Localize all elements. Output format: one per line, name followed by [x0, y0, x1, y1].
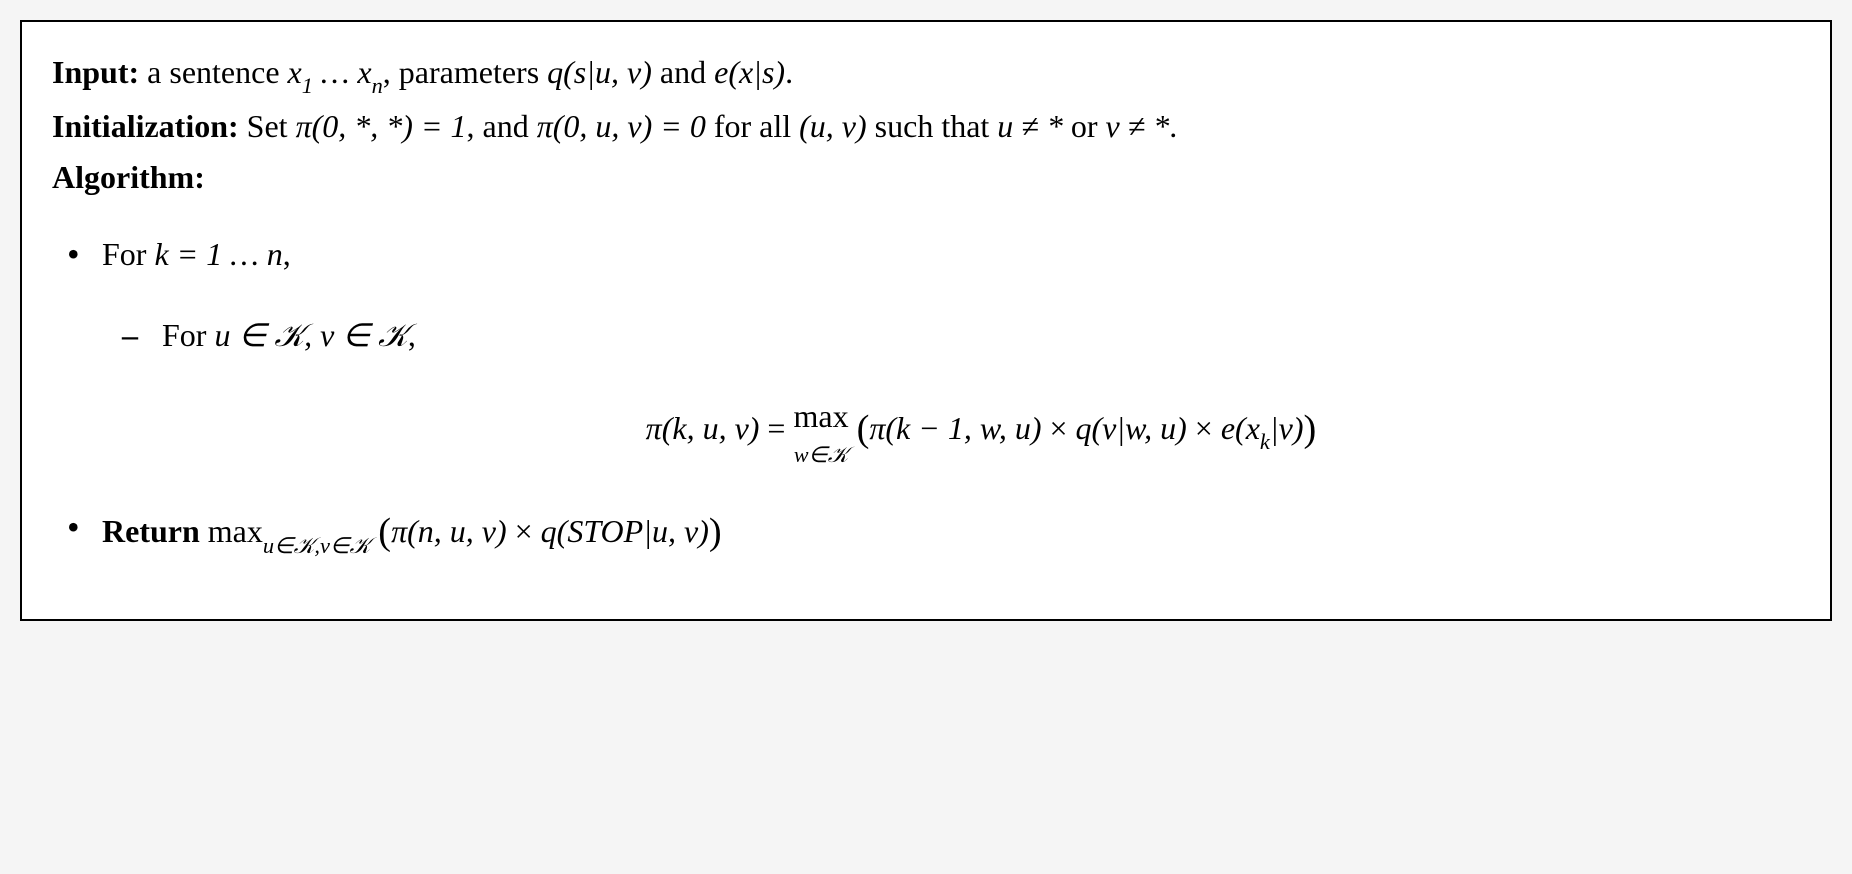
inner-loop: For u ∈ 𝒦, v ∈ 𝒦, π(k, u, v) = maxw∈𝒦 (π… [162, 310, 1800, 473]
init-label: Initialization: [52, 108, 239, 144]
input-and: and [652, 54, 714, 90]
input-line: Input: a sentence x1 … xn, parameters q(… [52, 47, 1800, 101]
eq-lhs: π(k, u, v) [646, 410, 760, 446]
eq-lparen: ( [857, 408, 870, 450]
recurrence-equation: π(k, u, v) = maxw∈𝒦 (π(k − 1, w, u) × q(… [162, 391, 1800, 472]
ret-max: max [208, 513, 263, 549]
algorithm-box: Input: a sentence x1 … xn, parameters q(… [20, 20, 1832, 621]
ret-t2: q(STOP|u, v) [541, 513, 709, 549]
eq-equals: = [759, 410, 793, 446]
algorithm-label-line: Algorithm: [52, 152, 1800, 203]
input-sentence: x1 … xn [288, 54, 383, 90]
inner-loop-list: For u ∈ 𝒦, v ∈ 𝒦, π(k, u, v) = maxw∈𝒦 (π… [102, 310, 1800, 473]
init-or: or [1063, 108, 1106, 144]
init-pi2: π(0, u, v) = 0 [537, 108, 706, 144]
loop1-for: For [102, 236, 154, 272]
eq-t2: q(v|w, u) [1076, 410, 1187, 446]
loop1-comma: , [283, 236, 291, 272]
outer-loop: For k = 1 … n, For u ∈ 𝒦, v ∈ 𝒦, π(k, u,… [102, 229, 1800, 473]
init-cond2: v ≠ * [1106, 108, 1170, 144]
input-text-before: a sentence [139, 54, 287, 90]
eq-t3: e(xk|v) [1221, 410, 1304, 446]
input-end: . [785, 54, 793, 90]
ret-times: × [507, 513, 541, 549]
return-label: Return [102, 513, 208, 549]
ret-maxsub: u∈𝒦,v∈𝒦 [263, 533, 370, 558]
ret-lparen: ( [378, 511, 391, 553]
ret-rparen: ) [709, 511, 722, 553]
eq-times2: × [1187, 410, 1221, 446]
loop2-cond: u ∈ 𝒦, v ∈ 𝒦 [214, 317, 407, 353]
init-pi1: π(0, *, *) = 1 [296, 108, 467, 144]
input-label: Input: [52, 54, 139, 90]
input-text-mid: , parameters [383, 54, 547, 90]
eq-rparen: ) [1304, 408, 1317, 450]
loop2-for: For [162, 317, 214, 353]
eq-t1: π(k − 1, w, u) [869, 410, 1041, 446]
loop1-cond: k = 1 … n [154, 236, 282, 272]
loop2-comma: , [408, 317, 416, 353]
init-uv: (u, v) [799, 108, 867, 144]
init-set: Set [239, 108, 296, 144]
eq-max: maxw∈𝒦 [793, 391, 848, 472]
algorithm-steps: For k = 1 … n, For u ∈ 𝒦, v ∈ 𝒦, π(k, u,… [52, 229, 1800, 564]
ret-t1: π(n, u, v) [391, 513, 507, 549]
return-step: Return maxu∈𝒦,v∈𝒦 (π(n, u, v) × q(STOP|u… [102, 502, 1800, 563]
init-end: . [1169, 108, 1177, 144]
init-and: , and [467, 108, 537, 144]
eq-times1: × [1041, 410, 1075, 446]
initialization-line: Initialization: Set π(0, *, *) = 1, and … [52, 101, 1800, 152]
input-param-q: q(s|u, v) [547, 54, 652, 90]
init-suchthat: such that [867, 108, 998, 144]
init-cond1: u ≠ * [997, 108, 1063, 144]
init-forall: for all [706, 108, 799, 144]
input-param-e: e(x|s) [714, 54, 785, 90]
algorithm-label: Algorithm: [52, 159, 205, 195]
